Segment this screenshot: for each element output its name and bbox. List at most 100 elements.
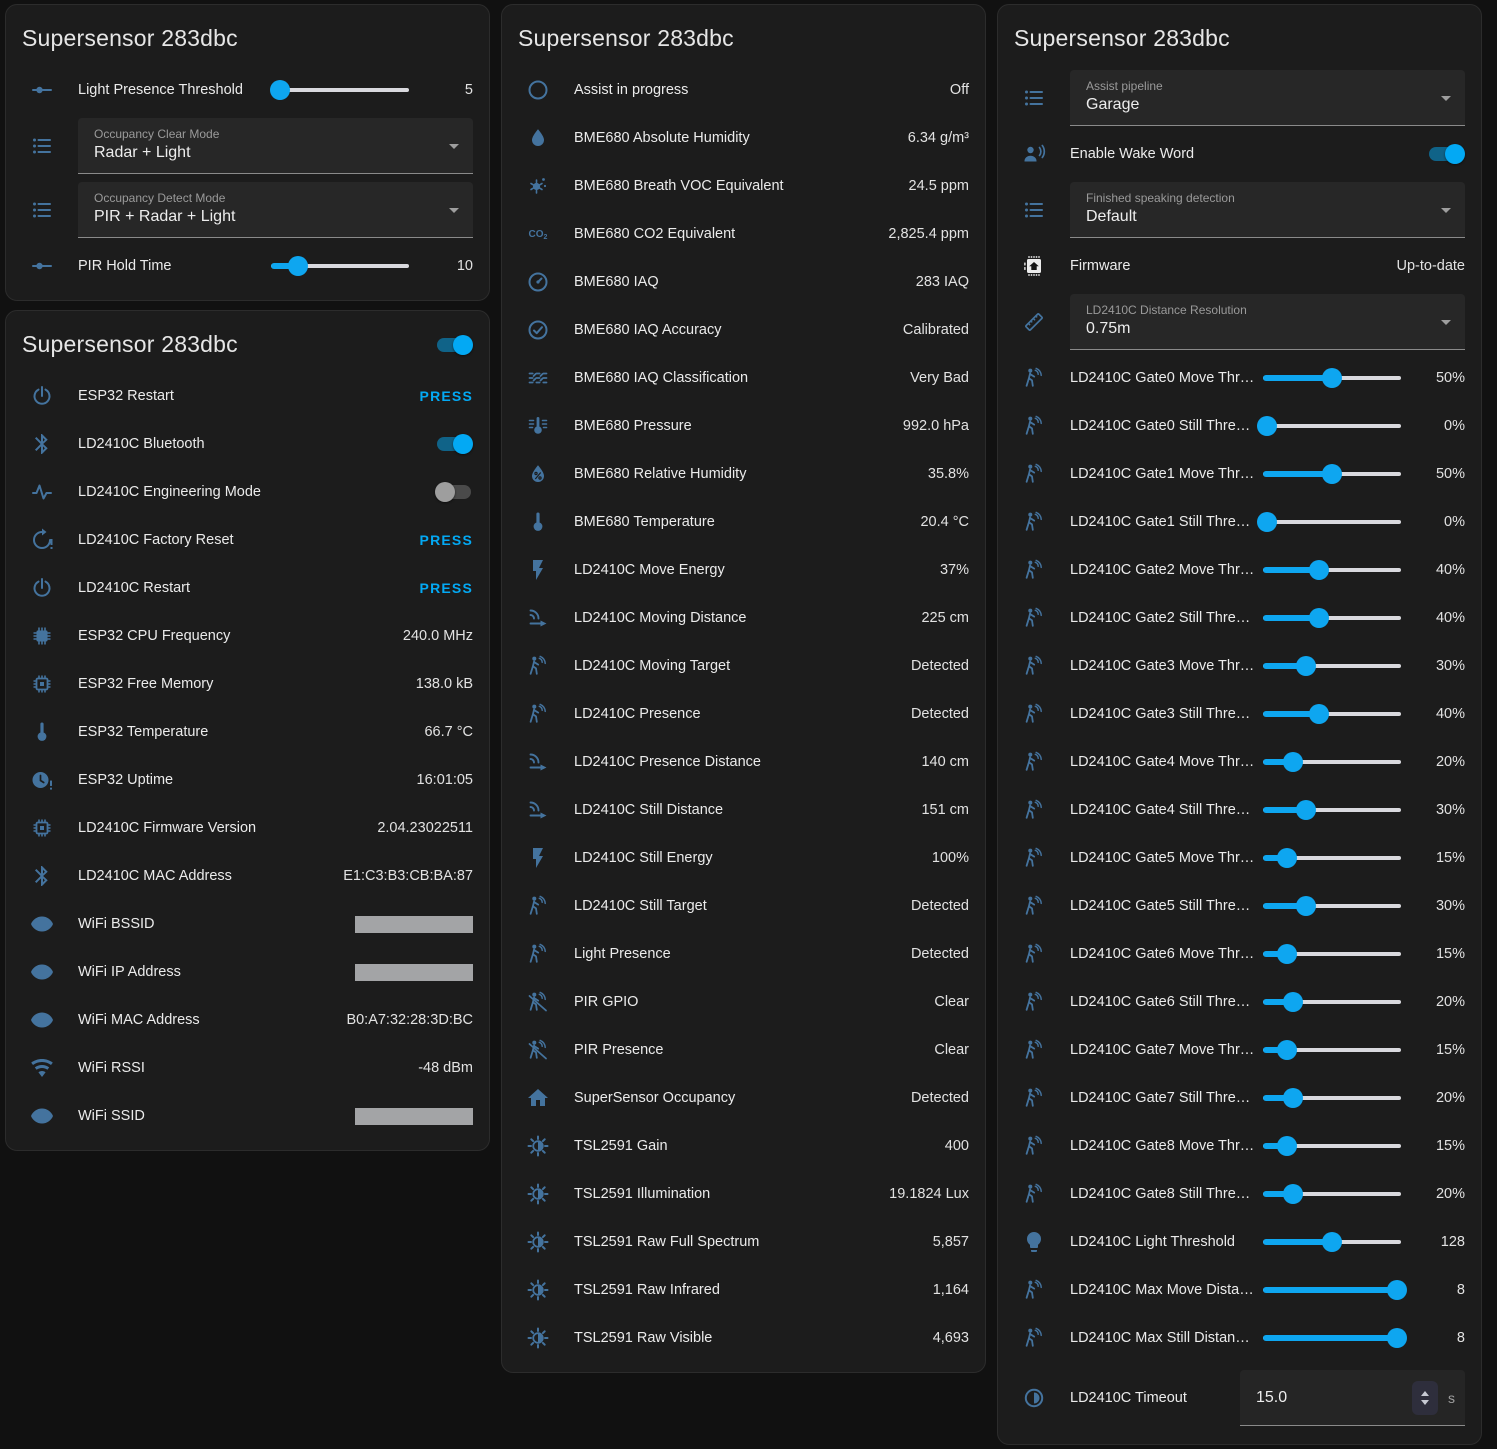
slider-track[interactable] — [271, 88, 409, 92]
select-field[interactable]: Finished speaking detectionDefault — [1070, 182, 1465, 238]
slider-thumb[interactable] — [288, 256, 308, 276]
slider[interactable] — [1263, 943, 1401, 965]
number-field[interactable]: 15.0s — [1240, 1370, 1465, 1426]
slider-thumb[interactable] — [1309, 704, 1329, 724]
entity-row[interactable]: Enable Wake Word — [998, 130, 1481, 178]
slider-thumb[interactable] — [1277, 1136, 1297, 1156]
card-master-toggle[interactable] — [435, 335, 473, 355]
slider-track[interactable] — [1263, 520, 1401, 524]
slider[interactable] — [1263, 1183, 1401, 1205]
entity-row[interactable]: BME680 Breath VOC Equivalent24.5 ppm — [502, 162, 985, 210]
slider-thumb[interactable] — [1309, 560, 1329, 580]
select-field[interactable]: Occupancy Clear ModeRadar + Light — [78, 118, 473, 174]
entity-row[interactable]: BME680 Absolute Humidity6.34 g/m³ — [502, 114, 985, 162]
entity-row[interactable]: PIR GPIOClear — [502, 978, 985, 1026]
slider-thumb[interactable] — [1283, 1088, 1303, 1108]
slider[interactable] — [1263, 1087, 1401, 1109]
entity-row[interactable]: LD2410C Bluetooth — [6, 420, 489, 468]
entity-row[interactable]: BME680 IAQ ClassificationVery Bad — [502, 354, 985, 402]
entity-row[interactable]: LD2410C Gate1 Still Thres…0% — [998, 498, 1481, 546]
entity-row[interactable]: LD2410C Gate7 Move Thr…15% — [998, 1026, 1481, 1074]
entity-row[interactable]: WiFi SSID — [6, 1092, 489, 1140]
slider[interactable] — [271, 255, 409, 277]
entity-row[interactable]: LD2410C Gate1 Move Thr…50% — [998, 450, 1481, 498]
entity-row[interactable]: LD2410C Moving TargetDetected — [502, 642, 985, 690]
entity-row[interactable]: LD2410C Firmware Version2.04.23022511 — [6, 804, 489, 852]
entity-row[interactable]: LD2410C Move Energy37% — [502, 546, 985, 594]
entity-row[interactable]: TSL2591 Illumination19.1824 Lux — [502, 1170, 985, 1218]
slider[interactable] — [1263, 1279, 1401, 1301]
entity-row[interactable]: LD2410C Gate2 Still Thres…40% — [998, 594, 1481, 642]
entity-row[interactable]: Light Presence Threshold5 — [6, 66, 489, 114]
entity-row[interactable]: BME680 IAQ283 IAQ — [502, 258, 985, 306]
entity-row[interactable]: LD2410C Max Still Distanc…8 — [998, 1314, 1481, 1362]
entity-row[interactable]: CO2BME680 CO2 Equivalent2,825.4 ppm — [502, 210, 985, 258]
toggle-thumb[interactable] — [435, 482, 455, 502]
slider[interactable] — [271, 79, 409, 101]
entity-row[interactable]: WiFi RSSI-48 dBm — [6, 1044, 489, 1092]
entity-toggle[interactable] — [1427, 144, 1465, 164]
entity-row[interactable]: LD2410C Light Threshold128 — [998, 1218, 1481, 1266]
slider[interactable] — [1263, 1135, 1401, 1157]
entity-row[interactable]: LD2410C RestartPRESS — [6, 564, 489, 612]
entity-row[interactable]: ESP32 Temperature66.7 °C — [6, 708, 489, 756]
slider-thumb[interactable] — [1277, 848, 1297, 868]
entity-row[interactable]: Light PresenceDetected — [502, 930, 985, 978]
slider-thumb[interactable] — [1387, 1328, 1407, 1348]
slider[interactable] — [1263, 751, 1401, 773]
slider-thumb[interactable] — [1257, 416, 1277, 436]
entity-row[interactable]: LD2410C Gate3 Move Thr…30% — [998, 642, 1481, 690]
slider-thumb[interactable] — [1257, 512, 1277, 532]
number-stepper[interactable] — [1412, 1381, 1438, 1415]
slider-thumb[interactable] — [1322, 1232, 1342, 1252]
slider-thumb[interactable] — [1283, 752, 1303, 772]
stepper-down-icon[interactable] — [1421, 1400, 1429, 1405]
toggle-thumb[interactable] — [453, 434, 473, 454]
press-button[interactable]: PRESS — [408, 580, 473, 596]
entity-row[interactable]: LD2410C Still Distance151 cm — [502, 786, 985, 834]
slider-thumb[interactable] — [1277, 944, 1297, 964]
slider[interactable] — [1263, 367, 1401, 389]
press-button[interactable]: PRESS — [408, 388, 473, 404]
slider-thumb[interactable] — [1322, 368, 1342, 388]
entity-row[interactable]: PIR PresenceClear — [502, 1026, 985, 1074]
entity-toggle[interactable] — [435, 482, 473, 502]
entity-row[interactable]: LD2410C Still Energy100% — [502, 834, 985, 882]
entity-row[interactable]: BME680 Pressure992.0 hPa — [502, 402, 985, 450]
select-field[interactable]: Occupancy Detect ModePIR + Radar + Light — [78, 182, 473, 238]
toggle-thumb[interactable] — [453, 335, 473, 355]
entity-row[interactable]: BME680 IAQ AccuracyCalibrated — [502, 306, 985, 354]
entity-row[interactable]: LD2410C Still TargetDetected — [502, 882, 985, 930]
entity-row[interactable]: LD2410C Gate5 Move Thr…15% — [998, 834, 1481, 882]
slider-thumb[interactable] — [1387, 1280, 1407, 1300]
slider-thumb[interactable] — [1322, 464, 1342, 484]
slider[interactable] — [1263, 415, 1401, 437]
slider-thumb[interactable] — [1277, 1040, 1297, 1060]
entity-row[interactable]: ESP32 RestartPRESS — [6, 372, 489, 420]
entity-row[interactable]: LD2410C Gate8 Still Thres…20% — [998, 1170, 1481, 1218]
entity-row[interactable]: TSL2591 Raw Infrared1,164 — [502, 1266, 985, 1314]
slider[interactable] — [1263, 1231, 1401, 1253]
entity-row[interactable]: LD2410C Gate8 Move Thr…15% — [998, 1122, 1481, 1170]
slider[interactable] — [1263, 511, 1401, 533]
entity-row[interactable]: LD2410C Gate0 Still Thres…0% — [998, 402, 1481, 450]
slider-thumb[interactable] — [1309, 608, 1329, 628]
entity-row[interactable]: ESP32 CPU Frequency240.0 MHz — [6, 612, 489, 660]
entity-row[interactable]: LD2410C Gate6 Move Thr…15% — [998, 930, 1481, 978]
slider[interactable] — [1263, 991, 1401, 1013]
entity-row[interactable]: WiFi BSSID — [6, 900, 489, 948]
select-field[interactable]: Assist pipelineGarage — [1070, 70, 1465, 126]
press-button[interactable]: PRESS — [408, 532, 473, 548]
entity-row[interactable]: PIR Hold Time10 — [6, 242, 489, 290]
toggle-thumb[interactable] — [1445, 144, 1465, 164]
slider[interactable] — [1263, 895, 1401, 917]
entity-row[interactable]: LD2410C PresenceDetected — [502, 690, 985, 738]
entity-toggle[interactable] — [435, 434, 473, 454]
entity-row[interactable]: LD2410C MAC AddressE1:C3:B3:CB:BA:87 — [6, 852, 489, 900]
entity-row[interactable]: LD2410C Moving Distance225 cm — [502, 594, 985, 642]
entity-row[interactable]: ESP32 Free Memory138.0 kB — [6, 660, 489, 708]
slider[interactable] — [1263, 463, 1401, 485]
slider[interactable] — [1263, 703, 1401, 725]
slider[interactable] — [1263, 1327, 1401, 1349]
entity-row[interactable]: TSL2591 Raw Visible4,693 — [502, 1314, 985, 1362]
